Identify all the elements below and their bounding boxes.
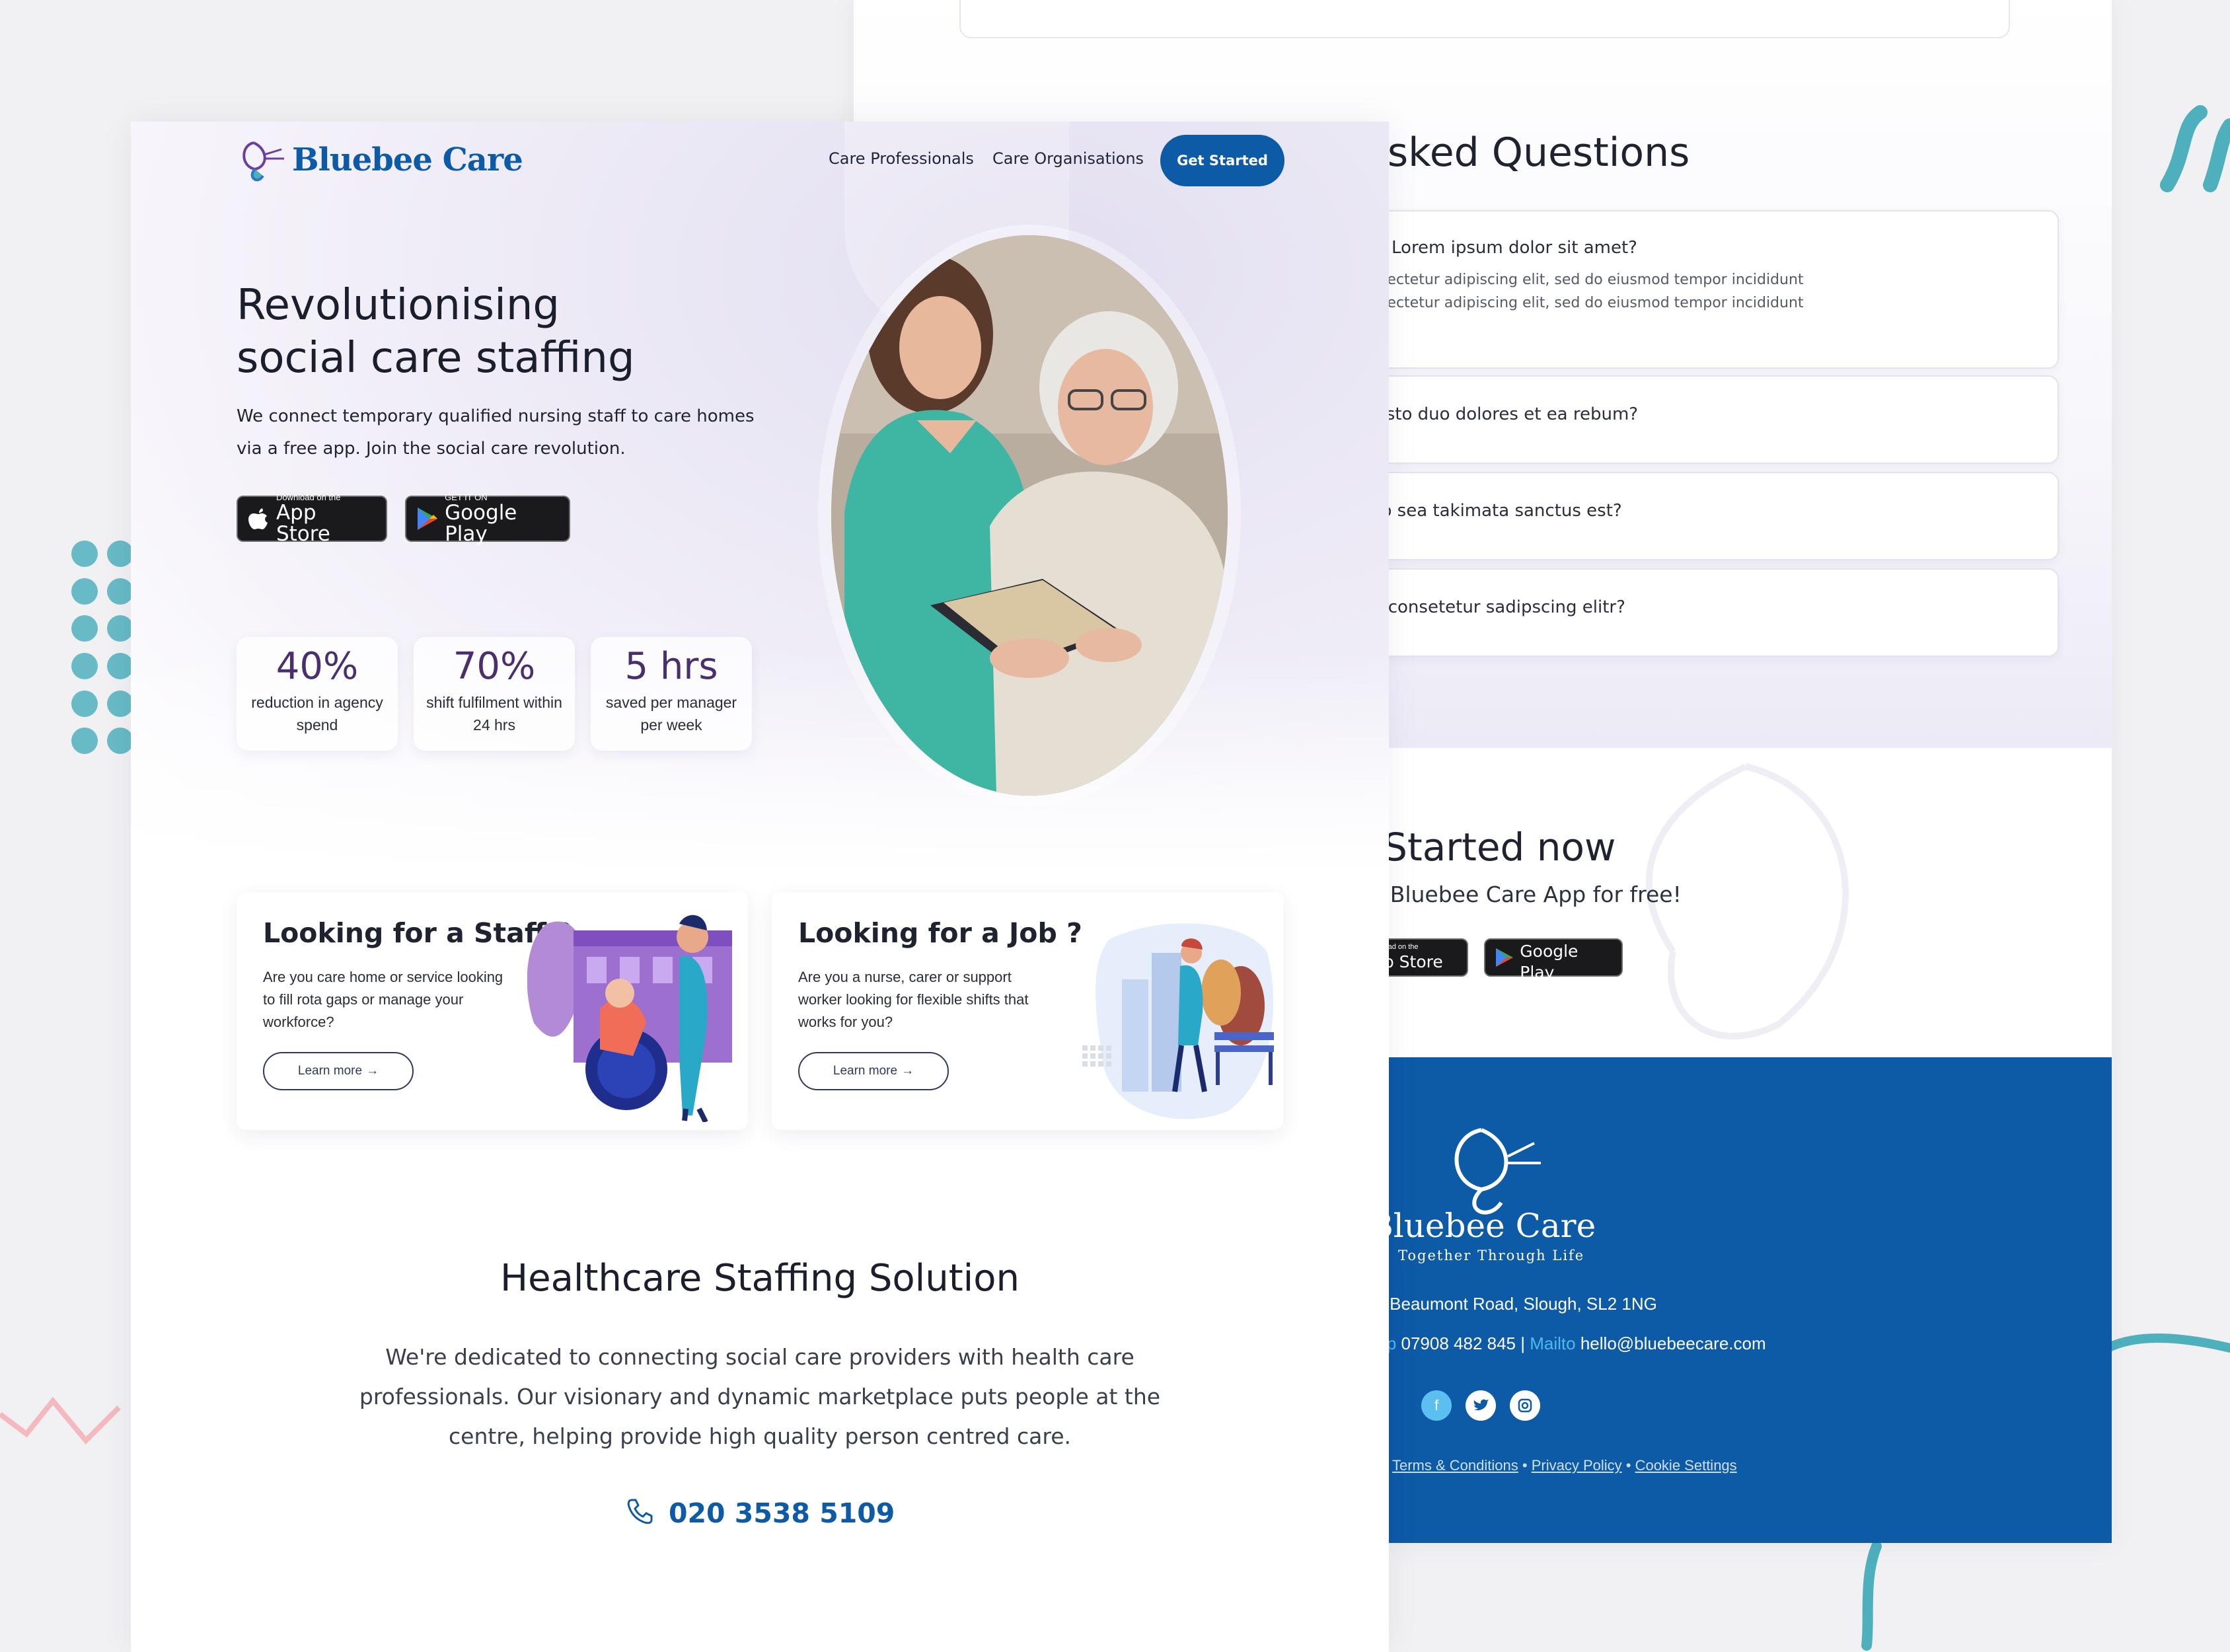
nav-care-organisations[interactable]: Care Organisations xyxy=(992,149,1144,168)
faq-item[interactable]: t, consetetur sadipscing elitr? xyxy=(1316,568,2059,657)
arrow-right-icon: → xyxy=(366,1064,379,1078)
hero-photo xyxy=(831,235,1228,796)
phone-icon xyxy=(627,1499,653,1524)
staff-card: Looking for a Staff ? Are you care home … xyxy=(237,892,748,1130)
nurse-walking-illustration xyxy=(1082,923,1274,1119)
arrow-right-icon: → xyxy=(901,1064,914,1078)
phone-contact[interactable]: 020 3538 5109 xyxy=(131,1496,1389,1529)
carer-wheelchair-illustration xyxy=(527,915,732,1122)
decor-dots xyxy=(71,541,137,759)
twitter-icon[interactable] xyxy=(1466,1390,1496,1421)
privacy-link[interactable]: Privacy Policy xyxy=(1532,1457,1622,1474)
link-dot: • xyxy=(1522,1457,1532,1474)
footer-tagline: Together Through Life xyxy=(1398,1248,1585,1263)
footer-contact: App 07908 482 845 | Mailto hello@bluebee… xyxy=(1366,1333,1766,1354)
hero-title-line: Revolutionising xyxy=(237,281,560,330)
brand-logo-text[interactable]: Bluebee Care xyxy=(292,141,523,178)
card-title: Looking for a Job ? xyxy=(798,917,1082,949)
google-play-small-label: GET IT ON xyxy=(1520,932,1556,940)
footer-address: 67 Beaumont Road, Slough, SL2 1NG xyxy=(1366,1294,1657,1314)
google-play-button[interactable]: GET IT ON Google Play xyxy=(1484,932,1623,982)
faq-answer-line: nsectetur adipiscing elit, sed do eiusmo… xyxy=(1370,272,1804,288)
get-started-subtitle: ne Bluebee Care App for free! xyxy=(1356,882,1682,907)
hero-text: We connect temporary qualified nursing s… xyxy=(237,406,755,459)
stat-card: 70% shift fulfilment within 24 hrs xyxy=(414,637,575,751)
google-play-icon xyxy=(418,507,437,530)
google-play-button[interactable]: GET IT ON Google Play xyxy=(405,493,570,546)
job-card: Looking for a Job ? Are you a nurse, car… xyxy=(772,892,1283,1130)
google-play-big-label: Google Play xyxy=(445,501,517,546)
faq-question: justo duo dolores et ea rebum? xyxy=(1370,404,1639,424)
learn-more-button[interactable]: Learn more → xyxy=(798,1052,949,1090)
carer-and-elderly-woman-image xyxy=(831,235,1228,796)
stat-value: 70% xyxy=(453,645,536,688)
faq-answer: nsectetur adipiscing elit, sed do eiusmo… xyxy=(1370,268,1965,338)
app-store-button[interactable]: Download on the App Store xyxy=(237,493,387,546)
footer-brand: Bluebee Care xyxy=(1369,1207,1596,1245)
solution-title: Healthcare Staffing Solution xyxy=(500,1257,1020,1300)
decor-wave-icon xyxy=(2108,1333,2230,1353)
card-text: Are you a nurse, carer or support worker… xyxy=(798,969,1029,1030)
logo-butterfly-icon[interactable] xyxy=(235,137,288,185)
terms-link[interactable]: Terms & Conditions xyxy=(1392,1457,1518,1474)
learn-more-button[interactable]: Learn more → xyxy=(263,1052,414,1090)
stat-label: reduction in agency spend xyxy=(251,694,383,733)
stat-label: shift fulfilment within 24 hrs xyxy=(426,694,562,733)
phone-number: 020 3538 5109 xyxy=(668,1497,895,1529)
faq-item[interactable]: justo duo dolores et ea rebum? xyxy=(1316,375,2059,464)
stat-card: 40% reduction in agency spend xyxy=(237,637,398,751)
decor-squiggle-icon xyxy=(2160,105,2230,192)
google-play-icon xyxy=(1496,948,1513,967)
stat-value: 40% xyxy=(276,645,359,688)
app-store-big-label: App Store xyxy=(276,501,330,546)
stat-value: 5 hrs xyxy=(624,645,718,688)
twitter-bird-icon xyxy=(1473,1399,1489,1411)
whatsapp-number[interactable]: 07908 482 845 xyxy=(1401,1333,1516,1353)
card-text: Are you care home or service looking to … xyxy=(263,969,503,1030)
footer-links: Terms & Conditions • Privacy Policy • Co… xyxy=(1392,1457,1737,1474)
card-title: Looking for a Staff ? xyxy=(263,917,572,949)
learn-more-label: Learn more xyxy=(297,1064,363,1078)
instagram-icon[interactable] xyxy=(1510,1390,1540,1421)
facebook-icon[interactable]: f xyxy=(1421,1390,1452,1421)
hero-title: Revolutionising social care staffing xyxy=(237,279,635,385)
footer-email[interactable]: hello@bluebeecare.com xyxy=(1580,1333,1766,1353)
learn-more-label: Learn more xyxy=(833,1064,898,1078)
nav-care-professionals[interactable]: Care Professionals xyxy=(829,149,974,168)
faq-item[interactable]: no sea takimata sanctus est? xyxy=(1316,472,2059,560)
link-dot: • xyxy=(1625,1457,1635,1474)
faq-top-card xyxy=(959,0,2010,38)
solution-text: We're dedicated to connecting social car… xyxy=(359,1344,1161,1449)
front-page: Bluebee Care Care Professionals Care Org… xyxy=(131,122,1389,1652)
get-started-button[interactable]: Get Started xyxy=(1160,135,1284,186)
google-play-big-label: Google Play xyxy=(1520,942,1579,982)
faq-question: st Lorem ipsum dolor sit amet? xyxy=(1370,238,1637,258)
hero-title-line: social care staffing xyxy=(237,334,635,383)
cookie-link[interactable]: Cookie Settings xyxy=(1635,1457,1737,1474)
faq-question: t, consetetur sadipscing elitr? xyxy=(1370,597,1625,617)
faq-answer-line: a. xyxy=(1370,315,1965,338)
instagram-glyph-icon xyxy=(1518,1398,1532,1413)
apple-icon xyxy=(248,508,268,529)
faq-answer-line: nsectetur adipiscing elit, sed do eiusmo… xyxy=(1370,295,1804,311)
contact-separator: | xyxy=(1520,1333,1526,1353)
stat-label: saved per manager per week xyxy=(605,694,737,733)
decor-stroke-icon xyxy=(1861,1541,1882,1651)
stat-card: 5 hrs saved per manager per week xyxy=(591,637,752,751)
mailto-label: Mailto xyxy=(1530,1333,1576,1353)
decor-zigzag-icon xyxy=(0,1396,121,1445)
faq-item[interactable]: st Lorem ipsum dolor sit amet? nsectetur… xyxy=(1316,210,2059,369)
faq-question: no sea takimata sanctus est? xyxy=(1370,501,1622,521)
get-started-title: t Started now xyxy=(1356,825,1616,870)
